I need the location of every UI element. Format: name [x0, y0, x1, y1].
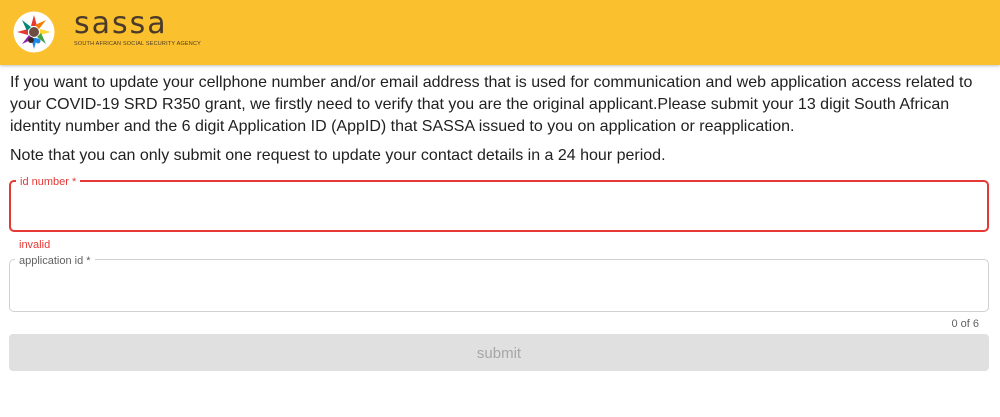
- brand-name: sassa: [74, 6, 168, 41]
- main-content: If you want to update your cellphone num…: [9, 72, 991, 167]
- brand-subtitle: SOUTH AFRICAN SOCIAL SECURITY AGENCY: [74, 41, 202, 47]
- id-number-label: id number *: [16, 176, 81, 188]
- brand: sassa SOUTH AFRICAN SOCIAL SECURITY AGEN…: [74, 6, 202, 48]
- app-header: sassa SOUTH AFRICAN SOCIAL SECURITY AGEN…: [0, 0, 1000, 65]
- submit-button[interactable]: submit: [9, 334, 989, 371]
- intro-text: If you want to update your cellphone num…: [10, 74, 973, 135]
- application-id-counter: 0 of 6: [951, 318, 979, 330]
- note-text: Note that you can only submit one reques…: [10, 147, 666, 164]
- id-number-input[interactable]: [21, 196, 975, 222]
- application-id-field[interactable]: application id *: [9, 255, 989, 312]
- sassa-hands-logo-icon[interactable]: [13, 11, 55, 53]
- application-id-label: application id *: [15, 255, 95, 267]
- id-number-field[interactable]: id number *: [9, 176, 989, 232]
- application-id-input[interactable]: [20, 274, 974, 300]
- id-number-error: invalid: [19, 239, 51, 251]
